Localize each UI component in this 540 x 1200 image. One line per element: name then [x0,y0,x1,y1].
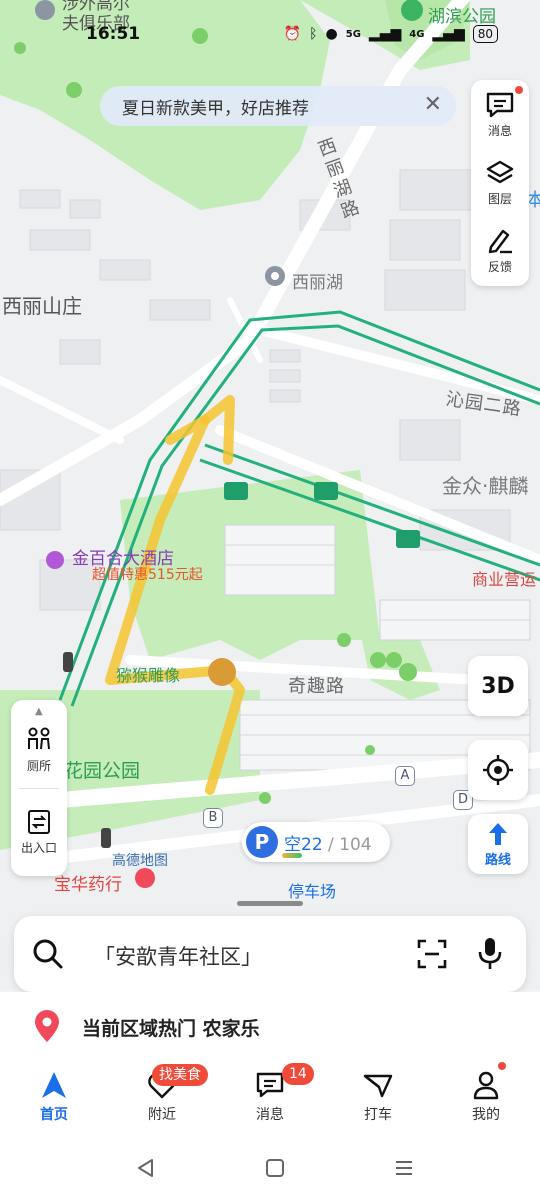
profile-notification-dot [498,1062,506,1070]
microphone-icon[interactable] [476,936,504,972]
signal-4g: 4G [409,28,425,40]
location-pin-icon [35,1010,59,1042]
parking-availability-badge[interactable]: P 空22 / 104 [242,822,390,862]
close-icon[interactable]: ✕ [424,94,442,116]
navigation-arrow-icon [42,1072,66,1098]
route-arrow-icon [489,822,507,845]
promo-banner[interactable]: 夏日新款美甲，好店推荐 ✕ [100,86,456,126]
message-icon [256,1072,284,1098]
3d-label: 3D [481,673,515,699]
tab-messages[interactable]: 消息 14 [216,1058,324,1140]
layers-label: 图层 [487,192,512,206]
tab-taxi[interactable]: 打车 [324,1058,432,1140]
road-qiqu: 奇趣路 [288,676,345,697]
toilet-label: 厕所 [26,758,51,773]
tab-nearby[interactable]: 附近 找美食 [108,1058,216,1140]
hotel-deal-text: 超值特惠515元起 [92,567,203,583]
route-button[interactable]: 路线 [468,814,528,874]
parking-icon: P [246,826,278,858]
user-icon [473,1071,499,1100]
poi-xili-lake[interactable]: 西丽湖 [292,268,343,293]
3d-toggle-button[interactable]: 3D [468,656,528,716]
poi-garden-park[interactable]: 花园公园 [64,756,140,783]
poi-xili-mountain-villa[interactable]: 西丽山庄 [2,290,82,319]
tab-profile-label: 我的 [472,1107,500,1123]
entrance-icon [28,809,50,834]
parking-occupancy-bar [282,853,302,858]
taxi-flag-icon [363,1074,393,1098]
layers-button[interactable]: 图层 [471,150,529,216]
entrance-label: 出入口 [20,840,57,855]
scan-icon[interactable] [416,938,448,970]
poi-pharmacy[interactable]: 宝华药行 [54,870,122,895]
signal-icon-2: ▂▄▆ [432,26,465,42]
messages-label: 消息 [487,124,512,138]
drawer-handle[interactable] [237,901,303,906]
search-icon [33,939,63,969]
message-icon [486,92,514,118]
bottom-tab-bar: 首页 附近 找美食 消息 14 打车 我的 [0,1058,540,1140]
messages-button[interactable]: 消息 [471,82,529,148]
tab-messages-label: 消息 [256,1107,284,1123]
parking-available: 空22 [284,834,323,855]
toilet-button[interactable]: 厕所 [11,710,67,790]
system-navigation-bar [0,1140,540,1200]
signal-5g: 5G [345,28,361,40]
divider [19,788,59,789]
poi-business[interactable]: 商业营运 [472,566,536,590]
poi-parking-lot[interactable]: 停车场 [288,878,336,902]
signal-icon: ▂▄▆ [368,26,402,42]
nearby-food-badge: 找美食 [152,1064,208,1086]
status-bar: 16:51 ⏰ ᛒ ● 5G ▂▄▆ 4G ▂▄▆ 80 [0,22,540,50]
tab-nearby-label: 附近 [148,1107,176,1123]
back-icon[interactable] [134,1156,158,1180]
toilet-icon [28,727,50,749]
hot-recommendation-text: 当前区域热门 农家乐 [82,1018,260,1040]
parking-count: 空22 / 104 [284,830,372,855]
marker-a[interactable]: A [395,766,415,786]
home-icon[interactable] [263,1156,287,1180]
entrance-button[interactable]: 出入口 [11,792,67,872]
feedback-label: 反馈 [487,260,512,274]
status-icons: ⏰ ᛒ ● 5G ▂▄▆ 4G ▂▄▆ 80 [284,25,498,43]
feedback-button[interactable]: 反馈 [471,218,529,284]
facility-panel: ▲ 厕所 出入口 [11,700,67,876]
notification-dot [515,86,523,94]
search-input[interactable]: 「安歆青年社区」 [94,941,262,971]
locate-icon [483,755,513,785]
marker-b[interactable]: B [203,808,223,828]
tab-home-label: 首页 [40,1107,68,1123]
location-icon: ● [325,26,338,42]
map-tool-panel: 消息 图层 反馈 [471,80,529,286]
tab-taxi-label: 打车 [364,1107,392,1123]
pencil-icon [488,229,512,254]
poi-monkey-statue[interactable]: 猕猴雕像 [116,662,180,686]
route-label: 路线 [484,852,511,868]
promo-banner-text: 夏日新款美甲，好店推荐 [122,98,309,119]
parking-total: / 104 [322,834,372,855]
bluetooth-icon: ᛒ [309,26,318,42]
amap-logo: 高德地图 [112,853,168,869]
locate-button[interactable] [468,740,528,800]
alarm-icon: ⏰ [283,26,302,42]
battery-indicator: 80 [472,25,498,43]
status-time: 16:51 [86,24,141,44]
search-bar[interactable]: 「安歆青年社区」 [14,916,526,992]
hot-recommendation-row[interactable]: 当前区域热门 农家乐 [0,992,540,1058]
menu-icon[interactable] [392,1156,416,1180]
layers-icon [486,160,514,184]
tab-home[interactable]: 首页 [0,1058,108,1140]
tab-profile[interactable]: 我的 [432,1058,540,1140]
poi-jinzhong-qilin[interactable]: 金众·麒麟 [442,470,528,499]
messages-count-badge: 14 [282,1063,314,1085]
